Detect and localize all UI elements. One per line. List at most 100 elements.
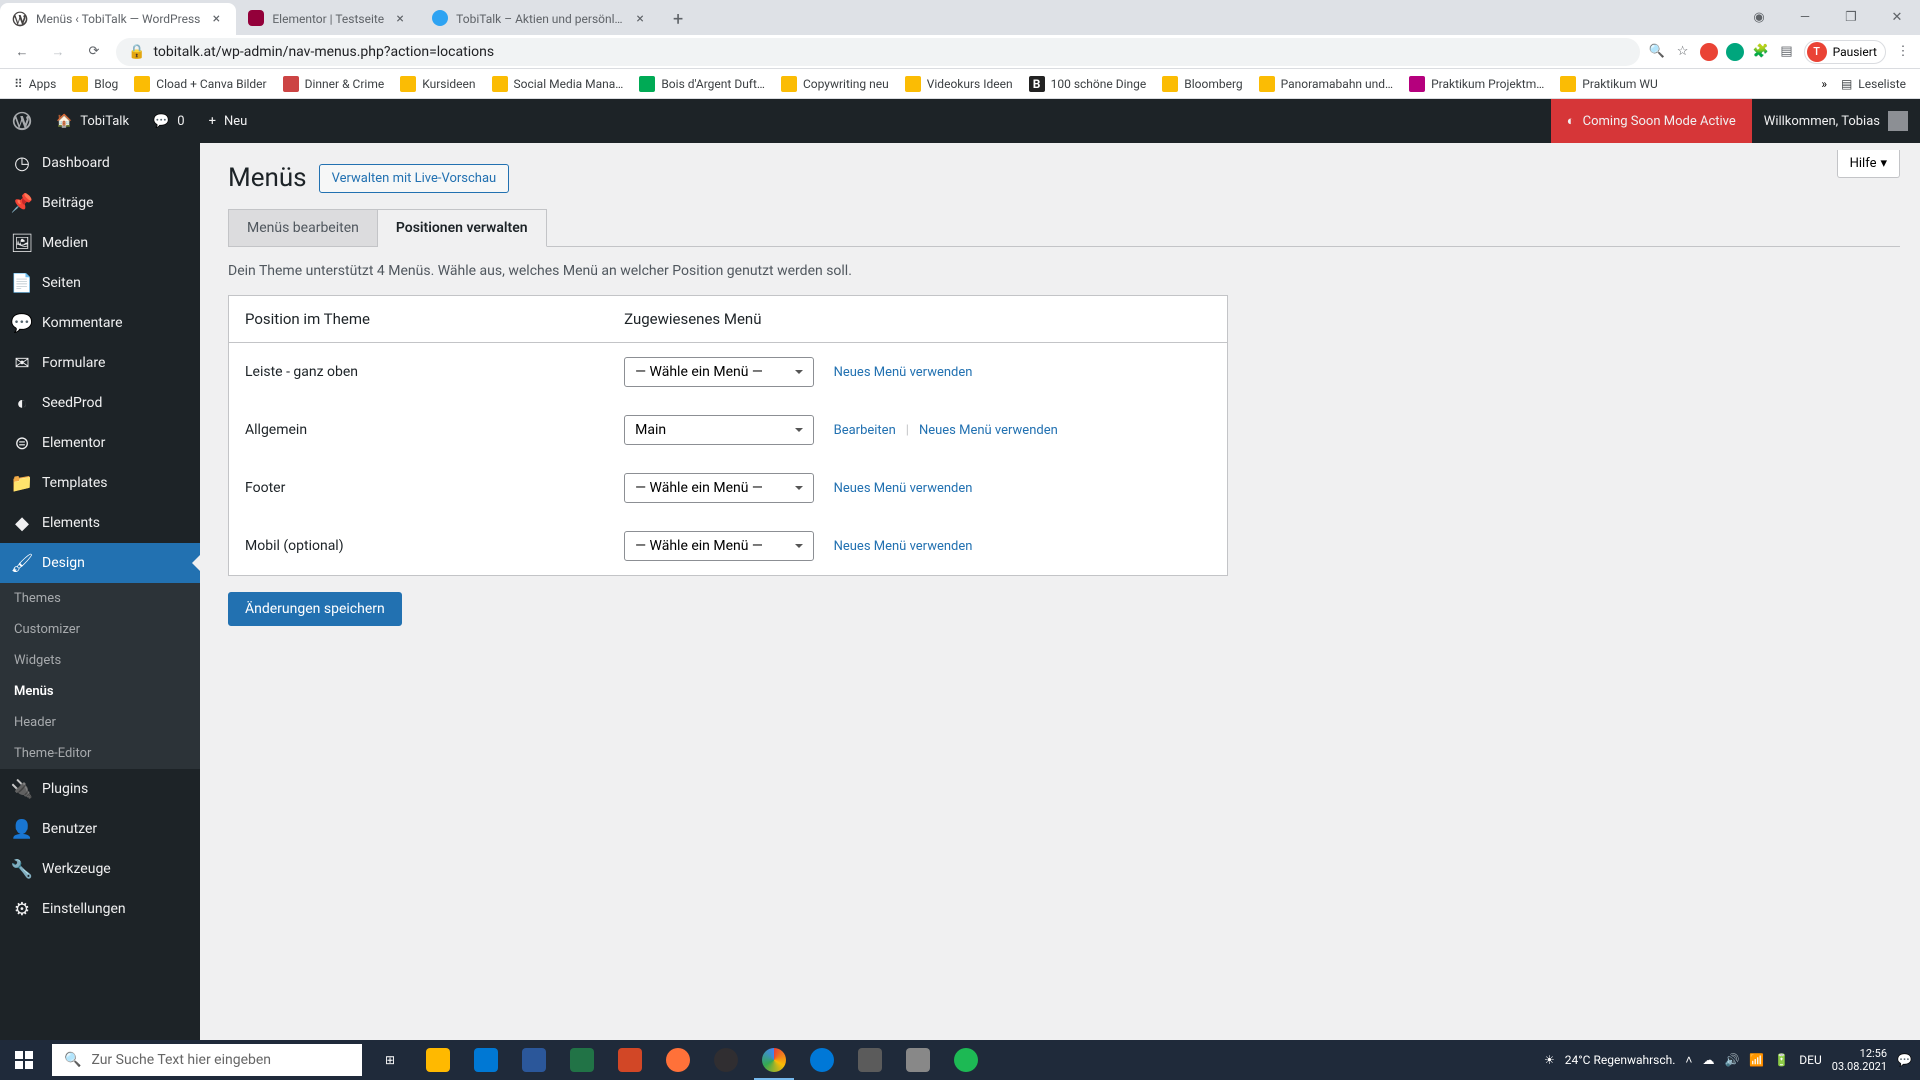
new-tab-button[interactable]: +: [664, 5, 692, 33]
sidebar-item-tools[interactable]: 🔧Werkzeuge: [0, 849, 200, 889]
battery-icon[interactable]: 🔋: [1774, 1053, 1789, 1067]
sidebar-sub-header[interactable]: Header: [0, 707, 200, 738]
taskbar-clock[interactable]: 12:56 03.08.2021: [1832, 1047, 1887, 1073]
use-new-menu-link[interactable]: Neues Menü verwenden: [919, 423, 1058, 438]
coming-soon-badge[interactable]: ◐ Coming Soon Mode Active: [1551, 99, 1752, 143]
use-new-menu-link[interactable]: Neues Menü verwenden: [834, 539, 973, 554]
site-name-link[interactable]: 🏠 TobiTalk: [44, 99, 141, 143]
menu-select[interactable]: Main: [624, 415, 814, 445]
minimize-button[interactable]: —: [1782, 0, 1828, 35]
menu-select[interactable]: — Wähle ein Menü —: [624, 473, 814, 503]
taskbar-app-mail[interactable]: [462, 1040, 510, 1080]
taskbar-app-explorer[interactable]: [414, 1040, 462, 1080]
start-button[interactable]: [0, 1040, 48, 1080]
sidebar-item-pages[interactable]: 📄Seiten: [0, 263, 200, 303]
sidebar-item-media[interactable]: 🖼Medien: [0, 223, 200, 263]
forward-button[interactable]: →: [44, 38, 72, 66]
bookmark-item[interactable]: Praktikum WU: [1554, 72, 1663, 96]
taskbar-app-edge[interactable]: [798, 1040, 846, 1080]
sidebar-item-templates[interactable]: 📁Templates: [0, 463, 200, 503]
taskbar-app-firefox[interactable]: [654, 1040, 702, 1080]
browser-tab[interactable]: Menüs ‹ TobiTalk — WordPress ×: [0, 3, 236, 35]
bookmarks-overflow[interactable]: »: [1821, 77, 1827, 91]
close-icon[interactable]: ×: [208, 11, 224, 27]
tab-edit-menus[interactable]: Menüs bearbeiten: [228, 209, 378, 247]
bookmark-item[interactable]: Social Media Mana…: [486, 72, 630, 96]
bookmark-item[interactable]: Dinner & Crime: [277, 72, 391, 96]
menu-icon[interactable]: ⋮: [1894, 43, 1912, 61]
close-window-button[interactable]: ✕: [1874, 0, 1920, 35]
volume-icon[interactable]: 🔊: [1724, 1053, 1739, 1067]
sidebar-sub-customizer[interactable]: Customizer: [0, 614, 200, 645]
bookmark-item[interactable]: Panoramabahn und…: [1253, 72, 1399, 96]
readlist-icon[interactable]: ▤: [1778, 43, 1796, 61]
taskbar-app-excel[interactable]: [558, 1040, 606, 1080]
comments-link[interactable]: 💬 0: [141, 99, 197, 143]
taskbar-app[interactable]: [846, 1040, 894, 1080]
wifi-icon[interactable]: 📶: [1749, 1053, 1764, 1067]
taskbar-app-obs[interactable]: [702, 1040, 750, 1080]
live-preview-button[interactable]: Verwalten mit Live-Vorschau: [319, 164, 510, 193]
sidebar-item-settings[interactable]: ⚙Einstellungen: [0, 889, 200, 929]
bookmark-item[interactable]: B100 schöne Dinge: [1023, 72, 1153, 96]
extension-icon[interactable]: [1700, 43, 1718, 61]
sidebar-item-design[interactable]: 🖌Design: [0, 543, 200, 583]
extension-icon[interactable]: [1726, 43, 1744, 61]
sidebar-item-comments[interactable]: 💬Kommentare: [0, 303, 200, 343]
url-input[interactable]: 🔒 tobitalk.at/wp-admin/nav-menus.php?act…: [116, 38, 1640, 66]
task-view-button[interactable]: ⊞: [366, 1040, 414, 1080]
sidebar-sub-theme-editor[interactable]: Theme-Editor: [0, 738, 200, 769]
menu-select[interactable]: — Wähle ein Menü —: [624, 531, 814, 561]
bookmark-item[interactable]: Bloomberg: [1156, 72, 1248, 96]
use-new-menu-link[interactable]: Neues Menü verwenden: [834, 481, 973, 496]
help-tab[interactable]: Hilfe▾: [1837, 150, 1900, 178]
sidebar-sub-widgets[interactable]: Widgets: [0, 645, 200, 676]
profile-button[interactable]: T Pausiert: [1804, 40, 1886, 64]
taskbar-app-chrome[interactable]: [750, 1040, 798, 1080]
reload-button[interactable]: ⟳: [80, 38, 108, 66]
language-indicator[interactable]: DEU: [1799, 1053, 1821, 1067]
menu-select[interactable]: — Wähle ein Menü —: [624, 357, 814, 387]
sidebar-item-plugins[interactable]: 🔌Plugins: [0, 769, 200, 809]
new-content-link[interactable]: + Neu: [197, 99, 260, 143]
account-icon[interactable]: ◉: [1736, 0, 1782, 35]
back-button[interactable]: ←: [8, 38, 36, 66]
taskbar-app-word[interactable]: [510, 1040, 558, 1080]
close-icon[interactable]: ×: [392, 11, 408, 27]
onedrive-icon[interactable]: ☁: [1702, 1053, 1714, 1067]
weather-text[interactable]: 24°C Regenwahrsch.: [1565, 1053, 1676, 1067]
use-new-menu-link[interactable]: Neues Menü verwenden: [834, 365, 973, 380]
maximize-button[interactable]: ❐: [1828, 0, 1874, 35]
tab-manage-locations[interactable]: Positionen verwalten: [378, 209, 547, 247]
browser-tab[interactable]: TobiTalk – Aktien und persönlich… ×: [420, 3, 660, 35]
bookmark-item[interactable]: Blog: [66, 72, 124, 96]
tray-chevron-icon[interactable]: ˄: [1685, 1053, 1692, 1067]
apps-button[interactable]: ⠿Apps: [8, 73, 62, 95]
taskbar-search[interactable]: 🔍 Zur Suche Text hier eingeben: [52, 1044, 362, 1076]
wp-logo[interactable]: [0, 99, 44, 143]
sidebar-item-elements[interactable]: ◆Elements: [0, 503, 200, 543]
bookmark-item[interactable]: Praktikum Projektm…: [1403, 72, 1550, 96]
zoom-icon[interactable]: 🔍: [1648, 43, 1666, 61]
sidebar-item-forms[interactable]: ✉Formulare: [0, 343, 200, 383]
sidebar-item-users[interactable]: 👤Benutzer: [0, 809, 200, 849]
bookmark-item[interactable]: Cload + Canva Bilder: [128, 72, 272, 96]
edit-menu-link[interactable]: Bearbeiten: [834, 423, 896, 438]
sidebar-item-dashboard[interactable]: ◷Dashboard: [0, 143, 200, 183]
sidebar-sub-menus[interactable]: Menüs: [0, 676, 200, 707]
sidebar-item-seedprod[interactable]: ◐SeedProd: [0, 383, 200, 423]
extensions-icon[interactable]: 🧩: [1752, 43, 1770, 61]
bookmark-item[interactable]: Copywriting neu: [775, 72, 895, 96]
browser-tab[interactable]: Elementor | Testseite ×: [236, 3, 420, 35]
bookmark-item[interactable]: Kursideen: [394, 72, 481, 96]
taskbar-app-spotify[interactable]: [942, 1040, 990, 1080]
save-button[interactable]: Änderungen speichern: [228, 592, 402, 626]
star-icon[interactable]: ☆: [1674, 43, 1692, 61]
sidebar-sub-themes[interactable]: Themes: [0, 583, 200, 614]
readlist-button[interactable]: ▤Leseliste: [1835, 73, 1912, 95]
bookmark-item[interactable]: Videokurs Ideen: [899, 72, 1019, 96]
notifications-icon[interactable]: 💬: [1897, 1053, 1912, 1067]
taskbar-app-powerpoint[interactable]: [606, 1040, 654, 1080]
close-icon[interactable]: ×: [632, 11, 648, 27]
bookmark-item[interactable]: Bois d'Argent Duft…: [633, 72, 771, 96]
